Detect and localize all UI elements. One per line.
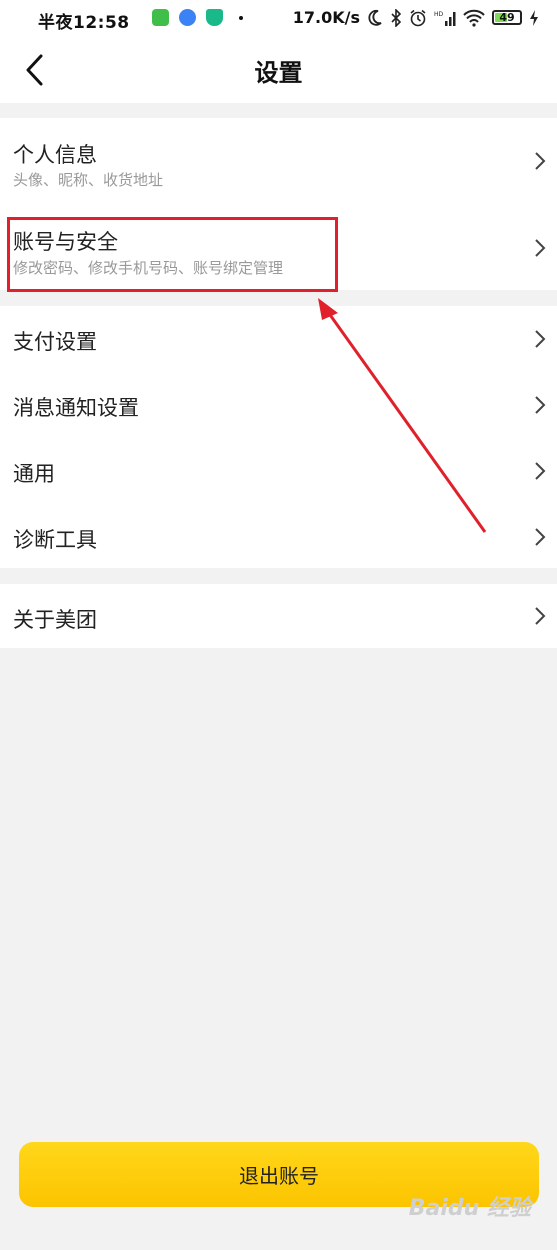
status-time: 半夜12:58 bbox=[38, 13, 130, 33]
signal-icon: HD bbox=[434, 11, 456, 26]
settings-item-diagnostics[interactable]: 诊断工具 bbox=[0, 504, 557, 568]
settings-item-personal-info[interactable]: 个人信息 头像、昵称、收货地址 bbox=[0, 118, 557, 204]
chevron-right-icon bbox=[535, 152, 546, 170]
shield-icon bbox=[206, 9, 223, 26]
charging-icon bbox=[530, 9, 538, 26]
chevron-right-icon bbox=[535, 528, 546, 546]
chevron-right-icon bbox=[535, 239, 546, 257]
status-right: 17.0K/s HD 49 bbox=[293, 8, 539, 27]
settings-item-title: 通用 bbox=[13, 462, 55, 486]
status-bar: 半夜12:58 17.0K/s HD 49 bbox=[0, 0, 557, 36]
settings-item-account-security[interactable]: 账号与安全 修改密码、修改手机号码、账号绑定管理 bbox=[0, 204, 557, 290]
battery-icon: 49 bbox=[492, 10, 522, 25]
app-notification-icon bbox=[152, 9, 169, 26]
chevron-right-icon bbox=[535, 396, 546, 414]
dot-icon bbox=[239, 15, 243, 20]
settings-item-title: 支付设置 bbox=[13, 330, 97, 354]
settings-item-subtitle: 修改密码、修改手机号码、账号绑定管理 bbox=[13, 259, 284, 277]
alarm-icon bbox=[410, 9, 426, 26]
settings-group-account: 个人信息 头像、昵称、收货地址 账号与安全 修改密码、修改手机号码、账号绑定管理 bbox=[0, 118, 557, 290]
baidu-watermark: Baidu 经验 bbox=[408, 1196, 531, 1221]
wifi-icon bbox=[463, 9, 485, 27]
chevron-right-icon bbox=[535, 607, 546, 625]
settings-item-payment[interactable]: 支付设置 bbox=[0, 306, 557, 372]
settings-group-about: 关于美团 bbox=[0, 584, 557, 648]
settings-item-title: 账号与安全 bbox=[13, 230, 118, 254]
settings-item-about[interactable]: 关于美团 bbox=[0, 584, 557, 648]
chevron-right-icon bbox=[535, 330, 546, 348]
settings-item-general[interactable]: 通用 bbox=[0, 438, 557, 504]
header: 设置 bbox=[0, 36, 557, 103]
settings-item-title: 个人信息 bbox=[13, 143, 97, 167]
settings-group-general: 支付设置 消息通知设置 通用 诊断工具 bbox=[0, 306, 557, 568]
chevron-right-icon bbox=[535, 462, 546, 480]
settings-item-title: 关于美团 bbox=[13, 608, 97, 632]
svg-text:HD: HD bbox=[434, 11, 444, 18]
settings-item-subtitle: 头像、昵称、收货地址 bbox=[13, 171, 164, 189]
status-app-icons bbox=[152, 9, 243, 26]
settings-item-title: 诊断工具 bbox=[13, 528, 97, 552]
page-title: 设置 bbox=[254, 59, 303, 87]
battery-level: 49 bbox=[499, 11, 515, 24]
settings-item-notifications[interactable]: 消息通知设置 bbox=[0, 372, 557, 438]
bluetooth-icon bbox=[391, 8, 402, 27]
settings-item-title: 消息通知设置 bbox=[13, 396, 139, 420]
moon-icon bbox=[368, 9, 382, 26]
maps-icon bbox=[179, 9, 196, 26]
network-speed: 17.0K/s bbox=[292, 8, 360, 27]
